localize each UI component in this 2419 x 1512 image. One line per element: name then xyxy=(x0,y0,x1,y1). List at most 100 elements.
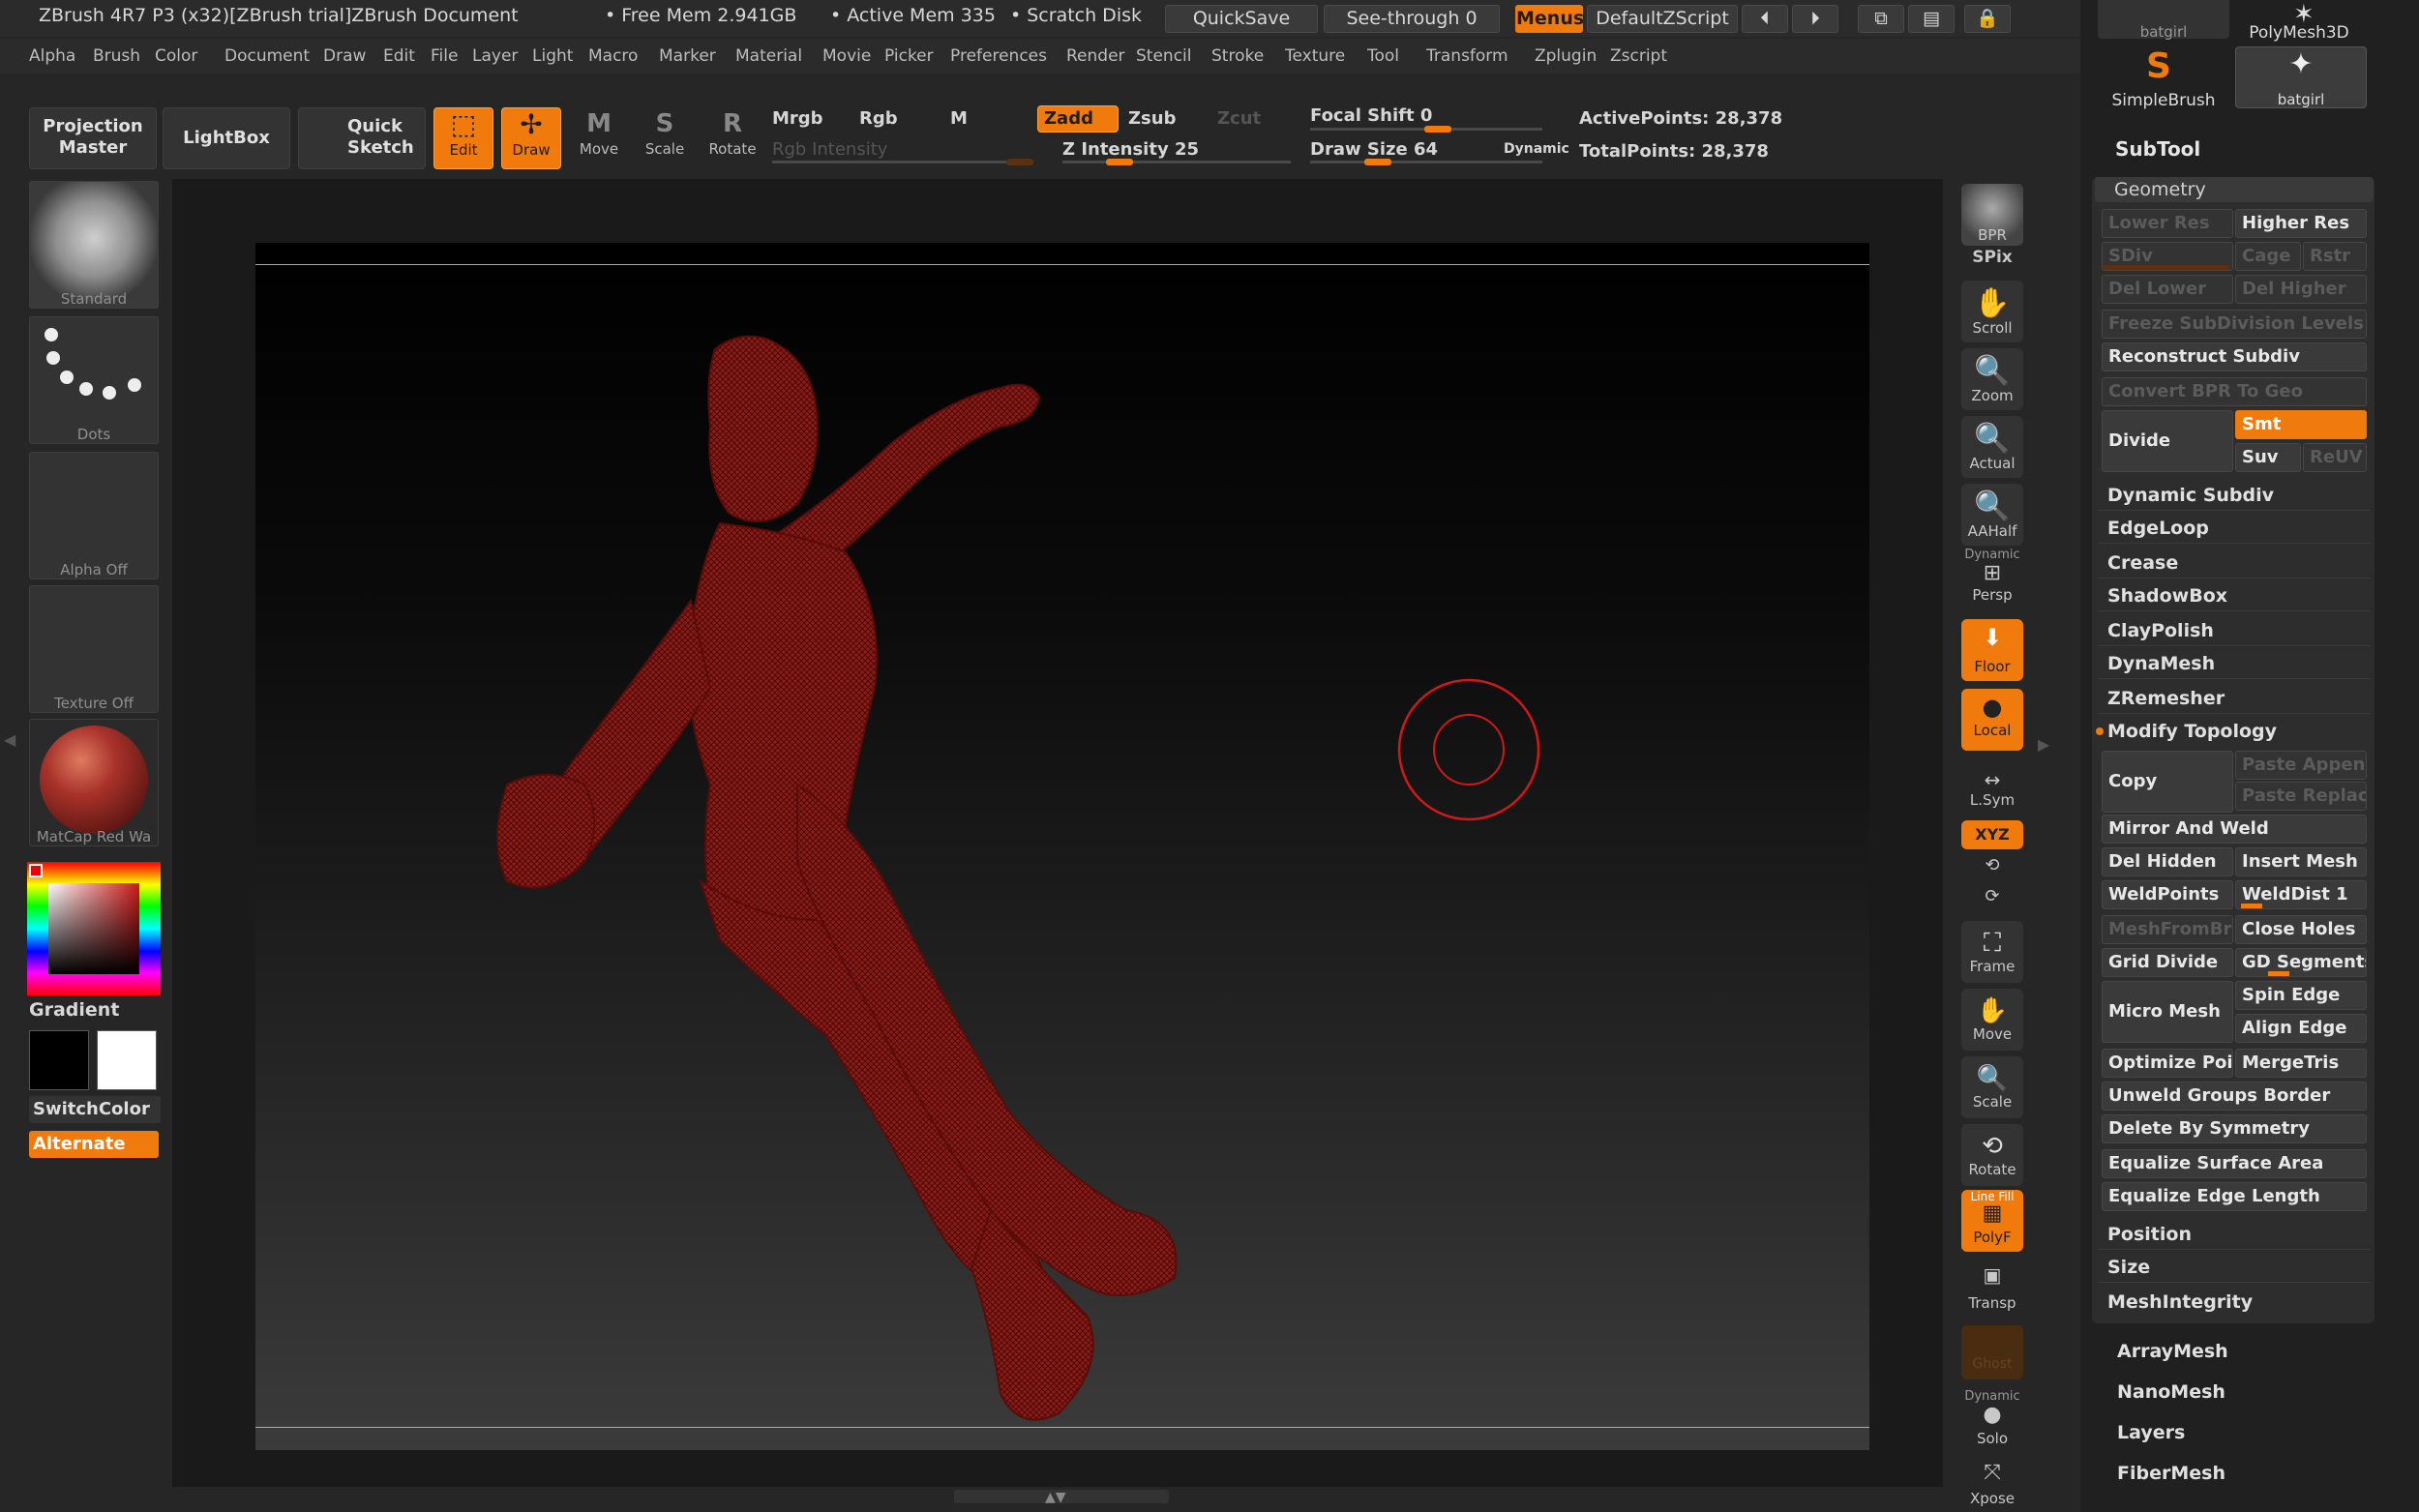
dynamic-button[interactable]: Dynamic xyxy=(1504,141,1569,157)
micro-mesh-button[interactable]: Micro Mesh xyxy=(2102,981,2233,1043)
arraymesh-header[interactable]: ArrayMesh xyxy=(2117,1341,2228,1362)
menu-macro[interactable]: Macro xyxy=(588,46,638,66)
zremesher-section[interactable]: ZRemesher xyxy=(2098,683,2371,714)
reconstruct-subdiv-button[interactable]: Reconstruct Subdiv xyxy=(2102,342,2367,371)
meshfrombrush-button[interactable]: MeshFromBr xyxy=(2102,915,2233,944)
menu-material[interactable]: Material xyxy=(735,46,802,66)
secondary-color-swatch[interactable] xyxy=(97,1030,157,1090)
draw-size-knob[interactable] xyxy=(1364,159,1391,165)
xyz-button[interactable]: XYZ xyxy=(1961,820,2023,849)
menu-texture[interactable]: Texture xyxy=(1285,46,1345,66)
switch-color-button[interactable]: SwitchColor xyxy=(29,1096,161,1123)
z-intensity-slider[interactable] xyxy=(1062,161,1291,163)
persp-label[interactable]: Persp xyxy=(1955,586,2030,604)
reuv-toggle[interactable]: ReUV xyxy=(2303,443,2367,472)
document-canvas[interactable] xyxy=(255,243,1869,1450)
rgb-intensity-slider[interactable] xyxy=(772,161,1033,163)
del-hidden-button[interactable]: Del Hidden xyxy=(2102,847,2233,876)
subtool-header[interactable]: SubTool xyxy=(2115,137,2200,161)
draw-size-slider[interactable] xyxy=(1310,161,1542,163)
next-icon[interactable]: ⏵ xyxy=(1792,5,1838,33)
mrgb-button[interactable]: Mrgb xyxy=(772,108,823,129)
mirror-and-weld-button[interactable]: Mirror And Weld xyxy=(2102,815,2367,844)
move-button[interactable]: M Move xyxy=(569,107,629,169)
menu-stroke[interactable]: Stroke xyxy=(1211,46,1264,66)
ghost-button[interactable]: Ghost xyxy=(1961,1325,2023,1379)
insert-mesh-button[interactable]: Insert Mesh xyxy=(2235,847,2367,876)
prev-icon[interactable]: ⏴ xyxy=(1742,5,1788,33)
equalize-edge-length-button[interactable]: Equalize Edge Length xyxy=(2102,1182,2367,1211)
rotate-z-icon[interactable]: ⟳ xyxy=(1955,886,2030,906)
nanomesh-header[interactable]: NanoMesh xyxy=(2117,1381,2225,1403)
grid-divide-button[interactable]: Grid Divide xyxy=(2102,948,2233,977)
layers-header[interactable]: Layers xyxy=(2117,1422,2185,1443)
rgb-button[interactable]: Rgb xyxy=(859,108,898,129)
draw-button[interactable]: ✢ Draw xyxy=(501,107,561,169)
equalize-surface-area-button[interactable]: Equalize Surface Area xyxy=(2102,1149,2367,1178)
menu-edit[interactable]: Edit xyxy=(383,46,415,66)
mergetris-button[interactable]: MergeTris xyxy=(2235,1049,2367,1078)
xpose-label[interactable]: Xpose xyxy=(1955,1490,2030,1507)
projection-master-button[interactable]: Projection Master xyxy=(29,107,157,169)
meshintegrity-section[interactable]: MeshIntegrity xyxy=(2098,1287,2371,1318)
welddist-knob[interactable] xyxy=(2241,904,2262,908)
geometry-header[interactable]: Geometry xyxy=(2095,177,2374,202)
menu-zscript[interactable]: Zscript xyxy=(1610,46,1667,66)
menu-light[interactable]: Light xyxy=(532,46,573,66)
menus-button[interactable]: Menus xyxy=(1515,5,1584,33)
gd-segments-knob[interactable] xyxy=(2268,971,2289,976)
m-button[interactable]: M xyxy=(950,108,968,129)
tool-label-simplebrush[interactable]: SimpleBrush xyxy=(2098,91,2229,110)
optimize-points-button[interactable]: Optimize Poi xyxy=(2102,1049,2233,1078)
transp-label[interactable]: Transp xyxy=(1955,1294,2030,1312)
menu-document[interactable]: Document xyxy=(224,46,310,66)
scale-button[interactable]: S Scale xyxy=(635,107,695,169)
window-icon[interactable]: ⧉ xyxy=(1858,5,1904,33)
primary-color-swatch[interactable] xyxy=(29,1030,89,1090)
rotate-button[interactable]: R Rotate xyxy=(701,107,764,169)
zcut-button[interactable]: Zcut xyxy=(1217,108,1261,129)
see-through-slider[interactable]: See-through 0 xyxy=(1324,5,1500,33)
dynamesh-section[interactable]: DynaMesh xyxy=(2098,648,2371,679)
solo-label[interactable]: Solo xyxy=(1955,1430,2030,1447)
focal-shift-knob[interactable] xyxy=(1424,126,1451,133)
lightbox-button[interactable]: LightBox xyxy=(163,107,290,169)
quick-sketch-button[interactable]: Quick Sketch xyxy=(298,107,426,169)
divide-button[interactable]: Divide xyxy=(2102,410,2233,472)
copy-button[interactable]: Copy xyxy=(2102,751,2233,813)
alternate-button[interactable]: Alternate xyxy=(29,1131,159,1158)
paste-append-button[interactable]: Paste Appen xyxy=(2235,751,2367,780)
menu-color[interactable]: Color xyxy=(155,46,197,66)
menu-zplugin[interactable]: Zplugin xyxy=(1535,46,1597,66)
tool-label-polymesh3d[interactable]: PolyMesh3D xyxy=(2231,23,2367,43)
position-section[interactable]: Position xyxy=(2098,1219,2371,1250)
spix-label[interactable]: SPix xyxy=(1955,248,2030,267)
edit-button[interactable]: ⬚ Edit xyxy=(433,107,493,169)
rgb-intensity-knob[interactable] xyxy=(1006,159,1033,165)
lock-icon[interactable]: 🔒 xyxy=(1964,5,2011,33)
zadd-button[interactable]: Zadd xyxy=(1037,105,1119,133)
spin-edge-button[interactable]: Spin Edge xyxy=(2235,981,2367,1010)
right-collapse-icon[interactable]: ▶ xyxy=(2038,735,2049,754)
default-zscript-button[interactable]: DefaultZScript xyxy=(1587,5,1738,33)
rotate-y-icon[interactable]: ⟲ xyxy=(1955,855,2030,875)
smt-toggle[interactable]: Smt xyxy=(2235,410,2367,439)
del-lower-button[interactable]: Del Lower xyxy=(2102,275,2233,304)
shadowbox-section[interactable]: ShadowBox xyxy=(2098,580,2371,611)
layout-icon[interactable]: ▤ xyxy=(1908,5,1955,33)
weldpoints-button[interactable]: WeldPoints xyxy=(2102,880,2233,909)
paste-replace-button[interactable]: Paste Replac xyxy=(2235,782,2367,811)
bottom-expand-icon[interactable]: ▲▼ xyxy=(1045,1490,1066,1505)
color-picker[interactable] xyxy=(48,883,139,974)
cage-button[interactable]: Cage xyxy=(2235,242,2301,271)
gd-segments-slider[interactable]: GD Segments xyxy=(2235,948,2367,977)
higher-res-button[interactable]: Higher Res xyxy=(2235,209,2367,238)
z-intensity-knob[interactable] xyxy=(1106,159,1133,165)
dynamic-subdiv-section[interactable]: Dynamic Subdiv xyxy=(2098,480,2371,511)
menu-preferences[interactable]: Preferences xyxy=(950,46,1047,66)
fibermesh-header[interactable]: FiberMesh xyxy=(2117,1463,2225,1484)
unweld-groups-border-button[interactable]: Unweld Groups Border xyxy=(2102,1082,2367,1111)
menu-transform[interactable]: Transform xyxy=(1426,46,1508,66)
lower-res-button[interactable]: Lower Res xyxy=(2102,209,2233,238)
menu-layer[interactable]: Layer xyxy=(472,46,518,66)
